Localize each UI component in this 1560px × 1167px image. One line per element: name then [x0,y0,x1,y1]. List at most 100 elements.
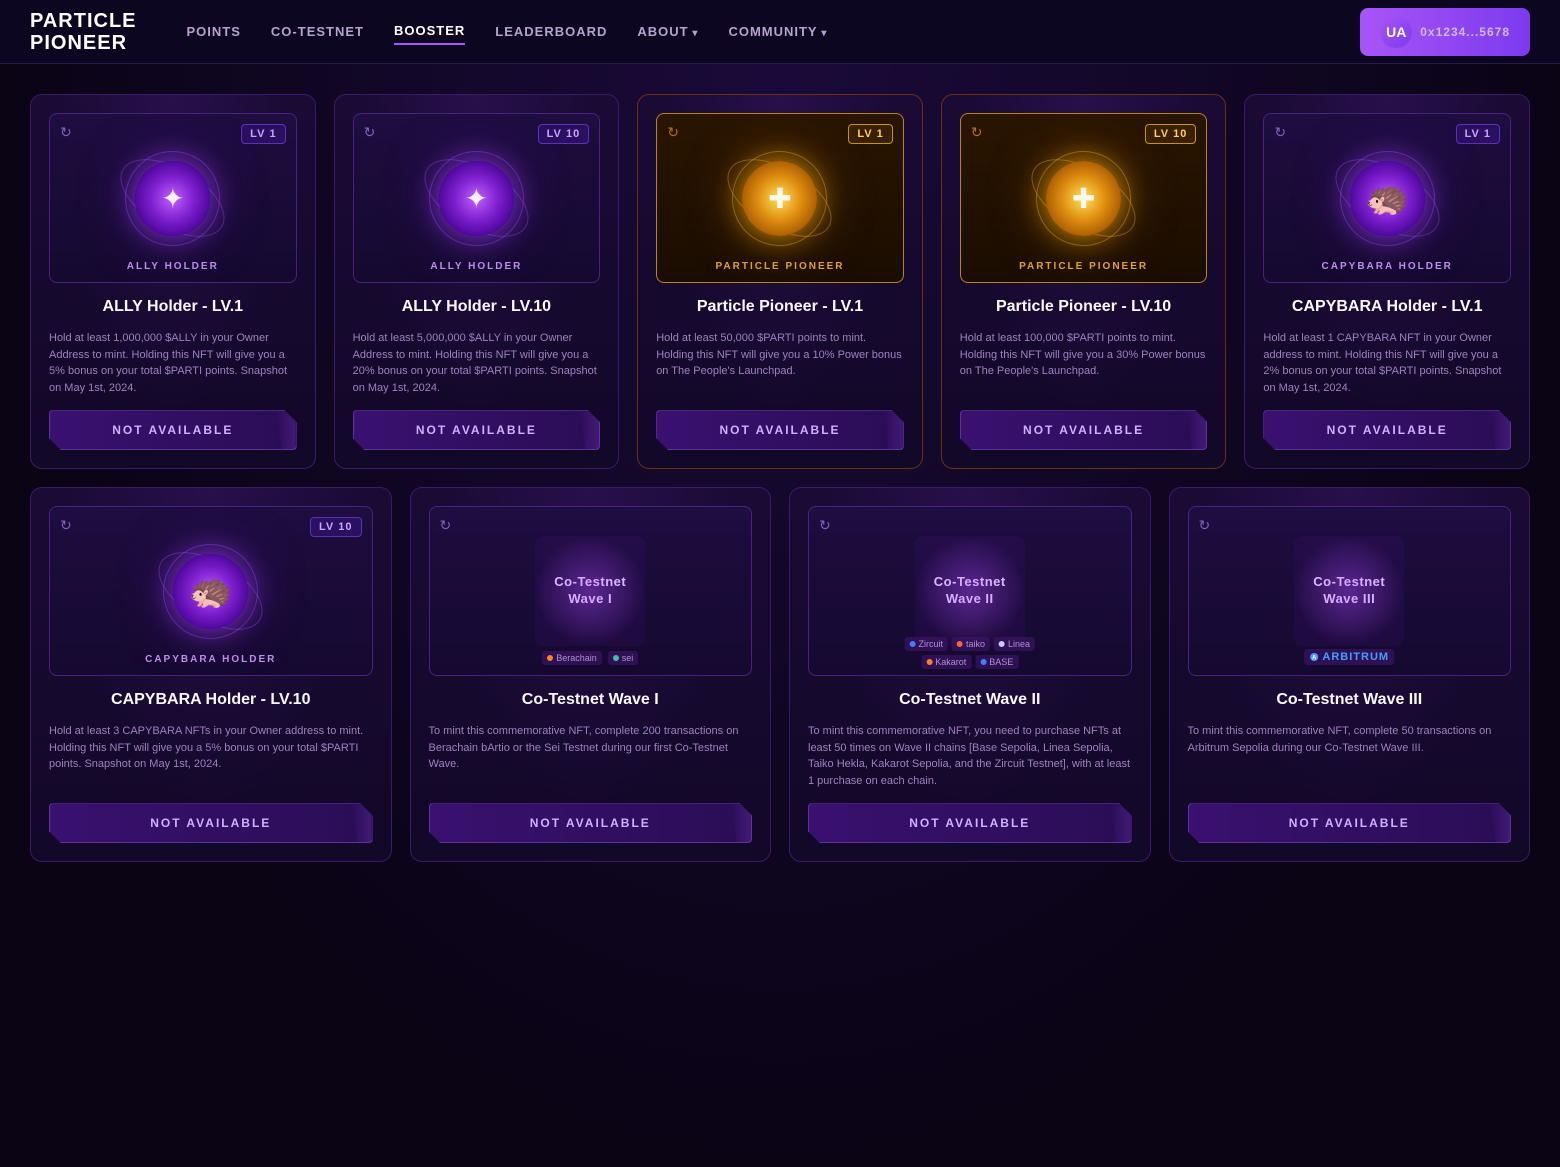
refresh-icon: ↻ [364,124,376,141]
chain-dot [926,659,932,665]
level-badge: LV 10 [1145,124,1197,144]
card-image-cotestnet-wave3: ↻ Co-TestnetWave III A ARBITRUM [1188,506,1512,676]
card-cotestnet-wave2: ↻ Co-TestnetWave II Zircuit taiko [789,487,1151,862]
cotestnet-glow [535,536,645,646]
level-badge: LV 1 [1456,124,1500,144]
chain-zircuit: Zircuit [904,637,948,651]
main-content: ↻ LV 1 ✦ ALLY HOLDER ALLY Holder - LV.1 … [0,64,1560,1167]
nft-visual: ✦ [128,153,218,243]
not-available-button[interactable]: NOT AVAILABLE [1263,410,1511,450]
level-badge: LV 10 [310,517,362,537]
not-available-button[interactable]: NOT AVAILABLE [656,410,904,450]
cards-row-2: ↻ LV 10 🦔 CAPYBARA HOLDER CAPYBARA Holde… [30,487,1530,862]
chain-arbitrum: A ARBITRUM [1304,649,1394,665]
chain-sei: sei [608,651,639,665]
cotestnet-visual: Co-TestnetWave III [1294,536,1404,646]
card-desc: Hold at least 50,000 $PARTI points to mi… [656,330,904,396]
chain-linea: Linea [994,637,1035,651]
refresh-icon: ↻ [1199,517,1211,534]
nft-visual: ✚ [735,153,825,243]
capybara-icon: 🦔 [188,570,233,612]
card-desc: Hold at least 5,000,000 $ALLY in your Ow… [353,330,601,396]
card-image-ally-lv1: ↻ LV 1 ✦ ALLY HOLDER [49,113,297,283]
card-cotestnet-wave3: ↻ Co-TestnetWave III A ARBITRUM Co-Testn… [1169,487,1531,862]
not-available-button[interactable]: NOT AVAILABLE [353,410,601,450]
chain-taiko: taiko [952,637,990,651]
chain-logos: Berachain sei [542,651,638,665]
arbitrum-label: ARBITRUM [1322,651,1389,663]
navigation: PARTICLE PIONEER POINTS CO-TESTNET BOOST… [0,0,1560,64]
level-badge: LV 10 [538,124,590,144]
card-capybara-lv10: ↻ LV 10 🦔 CAPYBARA HOLDER CAPYBARA Holde… [30,487,392,862]
card-cotestnet-wave1: ↻ Co-TestnetWave I Berachain sei Co- [410,487,772,862]
chain-dot [999,641,1005,647]
chain-dot [547,655,553,661]
card-image-label: ALLY HOLDER [354,261,600,272]
nav-points[interactable]: POINTS [187,19,241,44]
nav-about[interactable]: ABOUT [637,19,698,44]
cotestnet-glow [1294,536,1404,646]
card-title: Particle Pioneer - LV.1 [656,297,904,316]
chain-kakarot: Kakarot [921,655,971,669]
card-image-cotestnet-wave2: ↻ Co-TestnetWave II Zircuit taiko [808,506,1132,676]
card-image-particle-lv1: ↻ LV 1 ✚ PARTICLE PIONEER [656,113,904,283]
card-title: CAPYBARA Holder - LV.10 [49,690,373,709]
card-image-particle-lv10: ↻ LV 10 ✚ PARTICLE PIONEER [960,113,1208,283]
card-desc: Hold at least 3 CAPYBARA NFTs in your Ow… [49,723,373,789]
card-particle-lv10: ↻ LV 10 ✚ PARTICLE PIONEER Particle Pion… [941,94,1227,469]
card-image-cotestnet-wave1: ↻ Co-TestnetWave I Berachain sei [429,506,753,676]
card-ally-lv10: ↻ LV 10 ✦ ALLY HOLDER ALLY Holder - LV.1… [334,94,620,469]
level-badge: LV 1 [848,124,892,144]
nav-leaderboard[interactable]: LEADERBOARD [495,19,607,44]
card-image-label: PARTICLE PIONEER [657,261,903,272]
card-image-capybara-lv1: ↻ LV 1 🦔 CAPYBARA HOLDER [1263,113,1511,283]
not-available-button[interactable]: NOT AVAILABLE [429,803,753,843]
nav-links: POINTS CO-TESTNET BOOSTER LEADERBOARD AB… [187,18,1361,45]
card-image-ally-lv10: ↻ LV 10 ✦ ALLY HOLDER [353,113,601,283]
card-image-label: CAPYBARA HOLDER [50,654,372,665]
nav-cotestnet[interactable]: CO-TESTNET [271,19,364,44]
nft-orb: ✚ [742,161,817,236]
chain-dot [957,641,963,647]
refresh-icon: ↻ [60,517,72,534]
card-desc: Hold at least 1 CAPYBARA NFT in your Own… [1263,330,1511,396]
chain-dot [613,655,619,661]
nft-orb: 🦔 [1350,161,1425,236]
nav-right: UA 0x1234...5678 [1360,8,1530,56]
card-image-label: PARTICLE PIONEER [961,261,1207,272]
cotestnet-visual: Co-TestnetWave II [915,536,1025,646]
nav-community[interactable]: COMMUNITY [728,19,827,44]
card-desc: To mint this commemorative NFT, complete… [1188,723,1512,789]
chain-dot [909,641,915,647]
svg-text:A: A [1312,656,1317,662]
nav-booster[interactable]: BOOSTER [394,18,465,45]
card-title: Co-Testnet Wave III [1188,690,1512,709]
refresh-icon: ↻ [1274,124,1286,141]
chain-logos: A ARBITRUM [1304,649,1394,665]
capybara-icon: 🦔 [1365,177,1410,219]
card-title: CAPYBARA Holder - LV.1 [1263,297,1511,316]
nft-visual: 🦔 [166,546,256,636]
not-available-button[interactable]: NOT AVAILABLE [49,410,297,450]
connect-button[interactable]: UA 0x1234...5678 [1360,8,1530,56]
card-image-label: CAPYBARA HOLDER [1264,261,1510,272]
not-available-button[interactable]: NOT AVAILABLE [1188,803,1512,843]
cotestnet-visual: Co-TestnetWave I [535,536,645,646]
nft-icon: ✚ [768,182,791,215]
card-desc: To mint this commemorative NFT, you need… [808,723,1132,789]
nft-icon: ✚ [1072,182,1095,215]
nft-orb: ✦ [439,161,514,236]
card-capybara-lv1: ↻ LV 1 🦔 CAPYBARA HOLDER CAPYBARA Holder… [1244,94,1530,469]
refresh-icon: ↻ [667,124,679,141]
card-desc: To mint this commemorative NFT, complete… [429,723,753,789]
nft-orb: ✦ [135,161,210,236]
not-available-button[interactable]: NOT AVAILABLE [808,803,1132,843]
user-address: 0x1234...5678 [1420,25,1510,39]
avatar: UA [1380,16,1412,48]
level-badge: LV 1 [241,124,285,144]
nft-orb: ✚ [1046,161,1121,236]
card-particle-lv1: ↻ LV 1 ✚ PARTICLE PIONEER Particle Pione… [637,94,923,469]
not-available-button[interactable]: NOT AVAILABLE [49,803,373,843]
card-image-label: ALLY HOLDER [50,261,296,272]
not-available-button[interactable]: NOT AVAILABLE [960,410,1208,450]
